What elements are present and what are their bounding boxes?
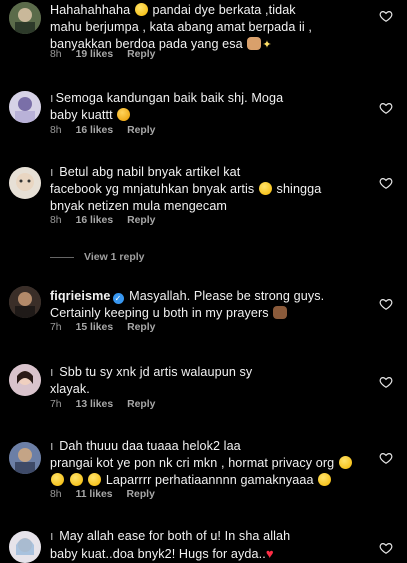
- avatar[interactable]: [9, 442, 41, 474]
- comment-time: 8h: [50, 489, 62, 500]
- comment-meta: 8h 11 likes Reply: [50, 489, 155, 500]
- reply-button[interactable]: Reply: [127, 489, 155, 500]
- text-cursor-icon: ı: [50, 365, 54, 379]
- comment-time: 7h: [50, 399, 62, 410]
- reply-button[interactable]: Reply: [127, 322, 155, 333]
- likes-count[interactable]: 16 likes: [76, 125, 114, 136]
- avatar[interactable]: [9, 2, 41, 34]
- heart-outline-icon[interactable]: [379, 297, 393, 311]
- text-cursor-icon: ı: [50, 91, 54, 105]
- red-heart-emoji-icon: ♥: [265, 546, 274, 561]
- comment-text: ı Dah thuuu daa tuaaa helok2 laa prangai…: [50, 438, 360, 489]
- sparkles-emoji-icon: ✦: [262, 39, 272, 51]
- avatar[interactable]: [9, 167, 41, 199]
- comment-meta: 7h 15 likes Reply: [50, 322, 155, 333]
- comment-meta: 8h 16 likes Reply: [50, 215, 155, 226]
- likes-count[interactable]: 19 likes: [76, 49, 114, 60]
- comment-meta: 8h 16 likes Reply: [50, 125, 155, 136]
- username[interactable]: fiqrieisme: [50, 289, 111, 303]
- avatar[interactable]: [9, 286, 41, 318]
- avatar[interactable]: [9, 364, 41, 396]
- praying-hands-emoji-icon: [273, 306, 288, 319]
- comment-text: fiqrieisme ✓ Masyallah. Please be strong …: [50, 289, 325, 320]
- heart-outline-icon[interactable]: [379, 375, 393, 389]
- heart-outline-icon[interactable]: [379, 541, 393, 555]
- grimacing-emoji-icon: [69, 473, 83, 486]
- comment-time: 8h: [50, 215, 62, 226]
- divider-line: [50, 256, 74, 258]
- heart-outline-icon[interactable]: [379, 176, 393, 190]
- likes-count[interactable]: 13 likes: [76, 399, 114, 410]
- heart-outline-icon[interactable]: [379, 451, 393, 465]
- smirk-emoji-icon: [338, 456, 352, 469]
- avatar[interactable]: [9, 531, 41, 563]
- laughing-emoji-icon: [134, 3, 148, 16]
- avatar[interactable]: [9, 91, 41, 123]
- comment-meta: 8h 19 likes Reply: [50, 49, 155, 60]
- text-cursor-icon: ı: [50, 439, 54, 453]
- view-replies-button[interactable]: View 1 reply: [50, 251, 145, 263]
- praying-hands-emoji-icon: [247, 37, 262, 50]
- text-cursor-icon: ı: [50, 529, 54, 543]
- comment-text: Hahahahhaha pandai dye berkata ,tidak ma…: [50, 3, 313, 51]
- comment-text: ı Sbb tu sy xnk jd artis walaupun sy xla…: [50, 365, 253, 396]
- reply-button[interactable]: Reply: [127, 215, 155, 226]
- heart-eyes-emoji-icon: [117, 108, 131, 121]
- grimacing-emoji-icon: [88, 473, 102, 486]
- comment-text: ı May allah ease for both of u! In sha a…: [50, 529, 291, 561]
- grimacing-emoji-icon: [318, 473, 332, 486]
- reply-button[interactable]: Reply: [127, 399, 155, 410]
- comment-text: ı Betul abg nabil bnyak artikel kat face…: [50, 165, 322, 213]
- likes-count[interactable]: 15 likes: [76, 322, 114, 333]
- grimacing-emoji-icon: [51, 473, 64, 486]
- likes-count[interactable]: 11 likes: [76, 489, 113, 500]
- likes-count[interactable]: 16 likes: [76, 215, 114, 226]
- reply-button[interactable]: Reply: [127, 49, 155, 60]
- worried-face-emoji-icon: [258, 182, 272, 195]
- heart-outline-icon[interactable]: [379, 101, 393, 115]
- reply-button[interactable]: Reply: [127, 125, 155, 136]
- text-cursor-icon: ı: [50, 165, 54, 179]
- comment-time: 8h: [50, 125, 62, 136]
- heart-outline-icon[interactable]: [379, 9, 393, 23]
- view-replies-label: View 1 reply: [84, 251, 145, 263]
- comment-time: 8h: [50, 49, 62, 60]
- verified-badge-icon: ✓: [112, 293, 124, 304]
- comment-text: ı Semoga kandungan baik baik shj. Moga ba…: [50, 91, 284, 122]
- comment-time: 7h: [50, 322, 62, 333]
- comment-meta: 7h 13 likes Reply: [50, 399, 155, 410]
